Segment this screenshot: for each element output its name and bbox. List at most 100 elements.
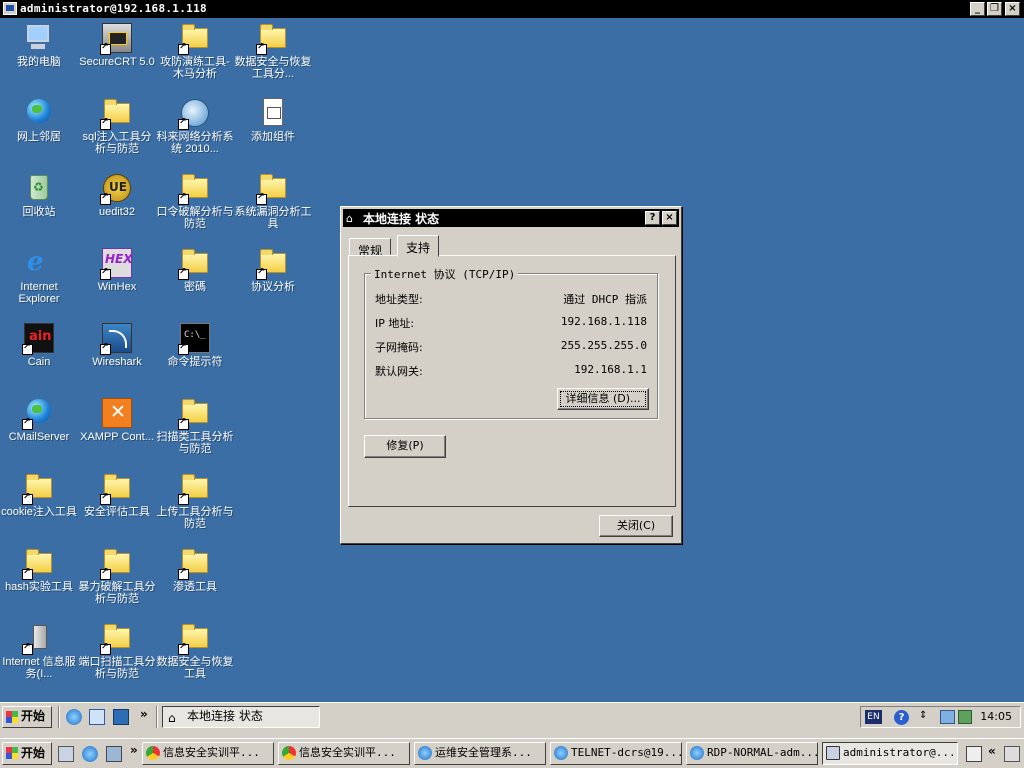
help-button[interactable]: ? xyxy=(645,211,660,225)
taskbar-gap xyxy=(0,730,1024,738)
desktop-icon-password-cracking[interactable]: 口令破解分析与防范 xyxy=(156,172,234,230)
wireshark-icon[interactable] xyxy=(113,709,129,725)
task-button-training-platform-1[interactable]: 信息安全实训平... xyxy=(142,742,274,765)
quick-launch-chevron[interactable]: » xyxy=(130,743,138,757)
subnet-mask-value: 255.255.255.0 xyxy=(560,339,647,352)
close-button[interactable]: 关闭(C) xyxy=(599,515,673,537)
task-label: 信息安全实训平... xyxy=(299,746,396,759)
desktop-icon-iis[interactable]: Internet 信息服务(I... xyxy=(0,622,78,680)
dialog-titlebar[interactable]: ⌂ 本地连接 状态 ? × xyxy=(343,209,679,227)
desktop-icon-data-security-recovery[interactable]: 数据安全与恢复工具分... xyxy=(234,22,312,80)
ie-icon[interactable] xyxy=(66,709,82,725)
desktop-icon-internet-explorer[interactable]: e Internet Explorer xyxy=(0,247,78,305)
desktop-icon-label: 安全评估工具 xyxy=(84,506,150,518)
security-tray-icon[interactable] xyxy=(958,710,972,724)
task-button-ops-security[interactable]: 运维安全管理系... xyxy=(414,742,546,765)
desktop-icon-data-recovery[interactable]: 数据安全与恢复工具 xyxy=(156,622,234,680)
remote-start-button[interactable]: 开始 xyxy=(2,706,52,728)
winhex-icon: HEX xyxy=(100,247,133,280)
tray-app-icon[interactable] xyxy=(1004,746,1020,762)
command-prompt-icon: C:\_ xyxy=(178,322,211,355)
minimize-button[interactable]: _ xyxy=(970,2,985,16)
desktop-icon-recycle-bin[interactable]: 回收站 xyxy=(0,172,78,218)
task-button-telnet[interactable]: TELNET-dcrs@19... xyxy=(550,742,682,765)
network-tray-icon[interactable] xyxy=(940,710,955,724)
task-button-training-platform-2[interactable]: 信息安全实训平... xyxy=(278,742,410,765)
desktop-icon-hash-tools[interactable]: hash实验工具 xyxy=(0,547,78,593)
desktop-icon-label: CMailServer xyxy=(8,431,70,443)
task-button-remote-desktop[interactable]: administrator@... xyxy=(822,742,958,765)
tab-general[interactable]: 常规 xyxy=(349,238,392,258)
desktop-icon-securecrt[interactable]: SecureCRT 5.0 xyxy=(78,22,156,68)
taskbar-separator xyxy=(156,706,158,728)
desktop-icon-label: 上传工具分析与防范 xyxy=(156,506,234,530)
remote-desktop[interactable]: 我的电脑 网上邻居 回收站 e Internet Explorer ain Ca… xyxy=(0,18,1024,702)
tab-support[interactable]: 支持 xyxy=(397,235,440,257)
desktop-icon-xampp[interactable]: ✕ XAMPP Cont... xyxy=(78,397,156,443)
dialog-close-x-button[interactable]: × xyxy=(662,211,677,225)
task-label: 信息安全实训平... xyxy=(163,746,260,759)
media-player-icon[interactable] xyxy=(106,746,122,762)
folder-icon xyxy=(100,547,133,580)
desktop-icon-winhex[interactable]: HEX WinHex xyxy=(78,247,156,293)
start-label: 开始 xyxy=(21,709,46,723)
desktop-icon-vulnerability-analysis[interactable]: 系统漏洞分析工具 xyxy=(234,172,312,230)
show-desktop-icon[interactable] xyxy=(58,746,74,762)
desktop-icon-cookie-injection[interactable]: cookie注入工具 xyxy=(0,472,78,518)
desktop-icon-command-prompt[interactable]: C:\_ 命令提示符 xyxy=(156,322,234,368)
desktop-icon-wireshark[interactable]: Wireshark xyxy=(78,322,156,368)
start-label: 开始 xyxy=(21,746,46,760)
desktop-icon-add-components[interactable]: 添加组件 xyxy=(234,97,312,143)
keyboard-icon[interactable] xyxy=(966,746,982,762)
close-window-button[interactable]: × xyxy=(1005,2,1020,16)
details-button[interactable]: 详细信息 (D)... xyxy=(557,388,649,410)
desktop-icon-label: uedit32 xyxy=(98,206,136,218)
address-type-label: 地址类型: xyxy=(375,293,423,306)
outlook-icon[interactable] xyxy=(89,709,105,725)
restore-button[interactable]: ❐ xyxy=(987,2,1002,16)
local-start-button[interactable]: 开始 xyxy=(2,742,52,765)
support-tab-panel: Internet 协议 (TCP/IP) 地址类型: 通过 DHCP 指派 IP… xyxy=(348,255,676,507)
chrome-icon xyxy=(282,746,296,760)
quick-launch-chevron[interactable]: » xyxy=(140,707,148,721)
language-indicator[interactable]: EN xyxy=(865,710,882,724)
local-taskbar: 开始 » 信息安全实训平... 信息安全实训平... 运维安全管理系... TE… xyxy=(0,738,1024,768)
desktop-icon-my-computer[interactable]: 我的电脑 xyxy=(0,22,78,68)
desktop-icon-security-assessment[interactable]: 安全评估工具 xyxy=(78,472,156,518)
desktop-icon-label: 密碼 xyxy=(184,281,206,293)
folder-icon xyxy=(178,397,211,430)
desktop-icon-colasoft[interactable]: 科来网络分析系统 2010... xyxy=(156,97,234,155)
tray-expand-chevron[interactable]: « xyxy=(988,744,996,758)
connection-status-dialog[interactable]: ⌂ 本地连接 状态 ? × 常规 支持 Internet 协议 (TCP/IP)… xyxy=(340,206,682,544)
task-button-rdp-normal[interactable]: RDP-NORMAL-adm... xyxy=(686,742,818,765)
desktop-icon-password[interactable]: 密碼 xyxy=(156,247,234,293)
desktop-icon-trojan-analysis[interactable]: 攻防演练工具-木马分析 xyxy=(156,22,234,80)
desktop-icon-cain[interactable]: ain Cain xyxy=(0,322,78,368)
default-gateway-label: 默认网关: xyxy=(375,365,423,378)
desktop-icon-label: 系统漏洞分析工具 xyxy=(234,206,312,230)
desktop-icon-protocol-analysis[interactable]: 协议分析 xyxy=(234,247,312,293)
recycle-bin-icon xyxy=(23,172,55,204)
desktop-icon-cmailserver[interactable]: CMailServer xyxy=(0,397,78,443)
input-options-icon[interactable]: ⇕ xyxy=(919,710,927,721)
desktop-icon-upload-tools[interactable]: 上传工具分析与防范 xyxy=(156,472,234,530)
ie-icon xyxy=(418,746,432,760)
desktop-icon-network-places[interactable]: 网上邻居 xyxy=(0,97,78,143)
desktop-icon-uedit32[interactable]: UE uedit32 xyxy=(78,172,156,218)
group-title: Internet 协议 (TCP/IP) xyxy=(371,266,519,282)
desktop-icon-port-scan[interactable]: 端口扫描工具分析与防范 xyxy=(78,622,156,680)
folder-icon xyxy=(100,97,133,130)
task-button-connection-status[interactable]: ⌂ 本地连接 状态 xyxy=(162,706,320,728)
desktop-icon-scanning-tools[interactable]: 扫描类工具分析与防范 xyxy=(156,397,234,455)
desktop-icon-penetration-tools[interactable]: 渗透工具 xyxy=(156,547,234,593)
desktop-icon-label: 网上邻居 xyxy=(17,131,61,143)
repair-button[interactable]: 修复(P) xyxy=(364,435,446,458)
desktop-icon-label: 数据安全与恢复工具 xyxy=(156,656,234,680)
desktop-icon-brute-force[interactable]: 暴力破解工具分析与防范 xyxy=(78,547,156,605)
desktop-icon-sql-injection[interactable]: sql注入工具分析与防范 xyxy=(78,97,156,155)
folder-icon xyxy=(22,547,55,580)
help-icon[interactable]: ? xyxy=(894,710,909,725)
ie-icon[interactable] xyxy=(82,746,98,762)
folder-icon xyxy=(256,172,289,205)
rdp-window-titlebar[interactable]: administrator@192.168.1.118 _ ❐ × xyxy=(0,0,1024,18)
